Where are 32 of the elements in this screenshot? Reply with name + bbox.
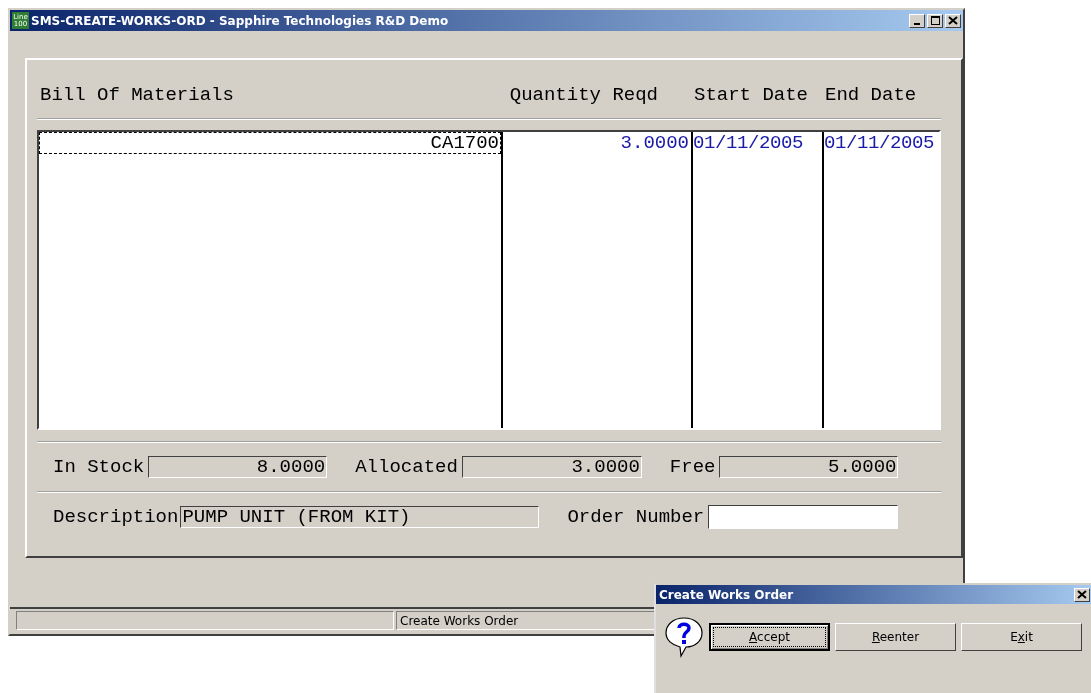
minimize-button[interactable] (909, 13, 925, 28)
dialog-button[interactable]: Accept (709, 623, 830, 651)
readonly-field: 5.0000 (719, 456, 899, 478)
field-label: Allocated (355, 456, 458, 478)
maximize-icon (930, 16, 940, 25)
question-icon (664, 616, 704, 658)
minimize-icon (914, 22, 920, 25)
field-label: Description (53, 506, 179, 528)
column-header: Bill Of Materials (39, 84, 235, 108)
field-label: In Stock (53, 456, 145, 478)
column-header: Start Date (693, 84, 810, 108)
description-field: PUMP UNIT (FROM KIT) (180, 506, 540, 528)
maximize-button[interactable] (927, 13, 943, 28)
close-icon (948, 16, 958, 25)
dialog-button[interactable]: Exit (961, 623, 1082, 651)
grid-cell[interactable]: CA1700 (39, 132, 501, 154)
grid-cell[interactable]: 01/11/2005 (824, 132, 944, 154)
close-button[interactable] (945, 13, 961, 28)
field-label: Order Number (567, 506, 705, 528)
column-header: End Date (824, 84, 918, 108)
grid-cell[interactable]: 01/11/2005 (693, 132, 822, 154)
order-number-field[interactable] (708, 505, 899, 529)
column-header: Quantity Reqd (508, 84, 659, 108)
readonly-field: 3.0000 (461, 456, 642, 478)
dialog-close-button[interactable] (1074, 587, 1090, 602)
readonly-field: 8.0000 (148, 456, 328, 478)
dialog-title: Create Works Order (659, 587, 794, 602)
field-label: Free (669, 456, 716, 478)
dialog-button[interactable]: Reenter (835, 623, 956, 651)
close-icon (1077, 590, 1087, 599)
grid-cell[interactable]: 3.0000 (503, 132, 691, 154)
window-title: SMS-CREATE-WORKS-ORD - Sapphire Technologies R&D Demo (31, 13, 450, 28)
